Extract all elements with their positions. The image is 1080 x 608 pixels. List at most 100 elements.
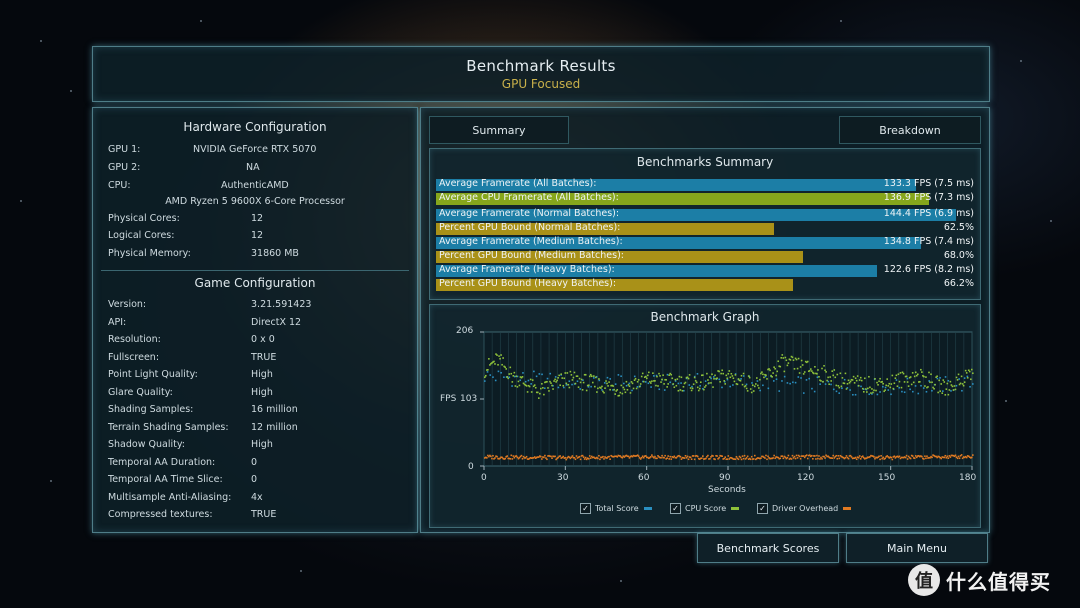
data-point	[776, 370, 778, 373]
game-value: High	[251, 369, 273, 380]
data-point	[740, 458, 743, 461]
benchmark-row: Average Framerate (Normal Batches): 144.4…	[436, 208, 976, 221]
data-point	[666, 373, 669, 376]
benchmark-row: Average Framerate (Medium Batches): 134.8…	[436, 236, 976, 249]
data-point	[896, 385, 899, 388]
data-point	[708, 382, 710, 384]
data-point	[749, 458, 752, 461]
data-point	[635, 387, 638, 390]
data-point	[747, 375, 750, 377]
data-point	[724, 456, 727, 458]
data-point	[829, 376, 831, 378]
data-point	[594, 385, 596, 388]
data-point	[846, 383, 849, 385]
tab-summary[interactable]: Summary	[429, 116, 569, 144]
data-point	[603, 382, 606, 384]
data-point	[750, 455, 753, 458]
data-point	[540, 455, 542, 458]
data-point	[544, 454, 546, 457]
legend-cpu-score[interactable]: ✓ CPU Score	[670, 503, 740, 514]
data-point	[667, 455, 669, 457]
hardware-key: Physical Cores:	[108, 213, 180, 224]
data-point	[579, 458, 582, 461]
data-point	[946, 382, 949, 385]
data-point	[757, 384, 759, 387]
benchmark-scores-button[interactable]: Benchmark Scores	[697, 533, 839, 563]
data-point	[587, 384, 590, 387]
data-point	[716, 377, 718, 379]
star	[1050, 220, 1052, 222]
data-point	[624, 391, 627, 394]
data-point	[632, 387, 635, 390]
data-point	[943, 381, 946, 383]
data-point	[597, 387, 599, 390]
data-point	[763, 376, 765, 379]
game-key: API:	[108, 316, 127, 328]
data-point	[581, 389, 584, 391]
data-point	[831, 457, 834, 459]
data-point	[839, 372, 842, 375]
data-point	[879, 377, 881, 380]
graph-plot	[480, 331, 974, 470]
data-point	[907, 385, 910, 387]
data-point	[679, 455, 682, 458]
data-point	[578, 377, 581, 380]
data-point	[792, 359, 795, 361]
data-point	[496, 354, 498, 356]
legend-swatch	[731, 507, 740, 510]
data-point	[762, 373, 764, 376]
game-row: Point Light Quality: High	[93, 369, 417, 383]
data-point	[919, 380, 921, 383]
data-point	[550, 455, 552, 458]
data-point	[518, 384, 521, 387]
data-point	[604, 387, 606, 389]
hardware-config-header: Hardware Configuration	[183, 120, 327, 134]
benchmark-value: 66.2%	[943, 278, 974, 289]
data-point	[824, 369, 826, 372]
main-menu-button[interactable]: Main Menu	[846, 533, 988, 563]
checkbox-checked-icon[interactable]: ✓	[670, 503, 681, 514]
data-point	[882, 382, 884, 385]
game-key: Terrain Shading Samples:	[108, 421, 229, 433]
data-point	[574, 382, 577, 385]
data-point	[813, 372, 815, 375]
data-point	[914, 455, 917, 457]
data-point	[511, 381, 514, 383]
data-point	[826, 379, 828, 382]
data-point	[751, 382, 753, 384]
data-point	[925, 390, 928, 393]
checkbox-checked-icon[interactable]: ✓	[580, 503, 591, 514]
data-point	[584, 456, 587, 459]
data-point	[758, 387, 760, 389]
data-point	[742, 372, 745, 375]
data-point	[906, 458, 909, 460]
data-point	[821, 367, 823, 370]
data-point	[555, 381, 557, 383]
data-point	[913, 375, 916, 378]
data-point	[845, 455, 848, 457]
data-point	[828, 383, 830, 386]
data-point	[784, 356, 787, 359]
data-point	[548, 390, 550, 392]
data-point	[744, 385, 747, 387]
legend-driver-overhead[interactable]: ✓ Driver Overhead	[757, 503, 852, 514]
x-tick-label: 0	[481, 473, 487, 483]
data-point	[577, 386, 580, 388]
data-point	[791, 454, 794, 457]
checkbox-checked-icon[interactable]: ✓	[757, 503, 768, 514]
legend-total-score[interactable]: ✓ Total Score	[580, 503, 652, 514]
game-key: Temporal AA Duration:	[108, 456, 216, 468]
data-point	[823, 455, 825, 458]
data-point	[578, 455, 581, 458]
data-point	[916, 373, 919, 376]
data-point	[704, 380, 707, 382]
hardware-value: NA	[246, 162, 260, 173]
data-point	[953, 385, 956, 387]
data-point	[818, 375, 820, 378]
data-point	[563, 386, 565, 389]
tab-breakdown[interactable]: Breakdown	[839, 116, 981, 144]
data-point	[546, 380, 548, 383]
data-point	[955, 376, 958, 379]
game-row: Terrain Shading Samples: 12 million	[93, 422, 417, 436]
data-point	[886, 378, 889, 380]
